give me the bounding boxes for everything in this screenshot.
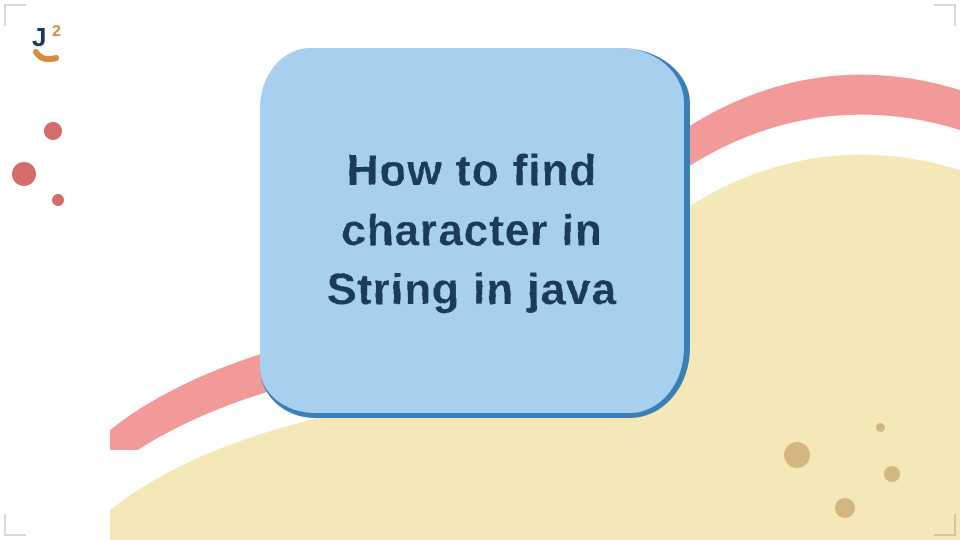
site-logo: J 2 [28, 18, 76, 66]
decorative-dot [876, 423, 885, 432]
decorative-dot [784, 442, 810, 468]
svg-text:J: J [32, 22, 46, 52]
decorative-dot [44, 122, 62, 140]
decorative-dot [52, 194, 64, 206]
hero-blob: How to find character in String in java [260, 48, 690, 418]
hero-title: How to find character in String in java [300, 141, 644, 319]
decorative-dot [12, 162, 36, 186]
decorative-dot [835, 498, 855, 518]
decorative-dot [884, 466, 900, 482]
svg-text:2: 2 [52, 23, 61, 40]
